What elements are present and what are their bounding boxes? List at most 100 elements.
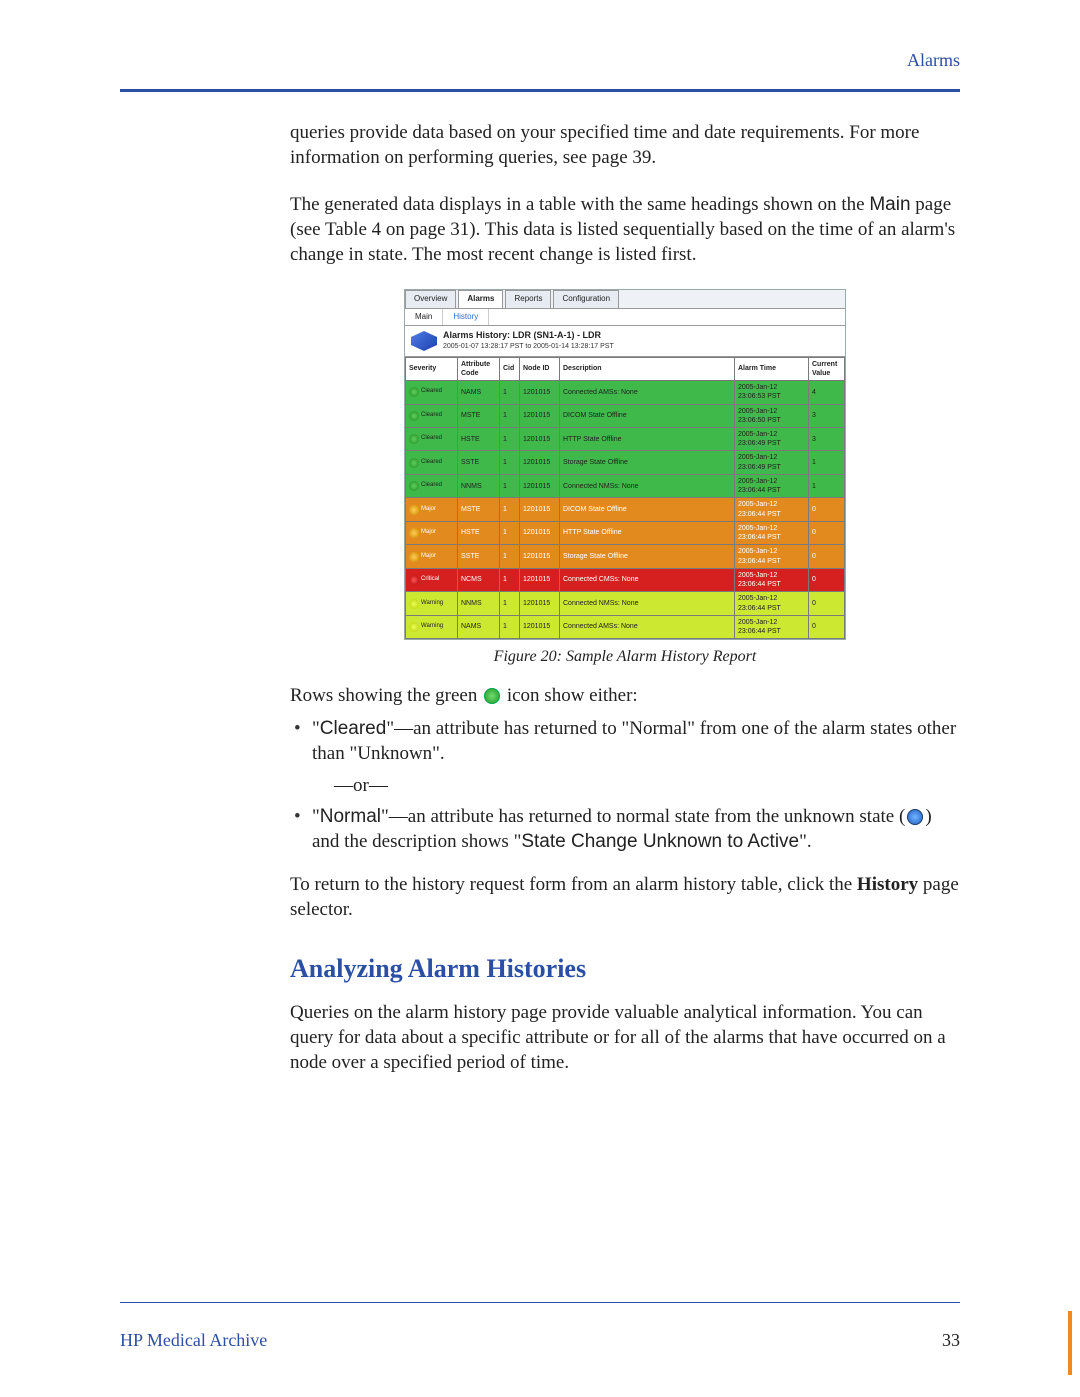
- figure-caption: Figure 20: Sample Alarm History Report: [290, 646, 960, 667]
- text: "—an attribute has returned to "Normal" …: [312, 718, 956, 764]
- cleared-icon: [409, 481, 419, 491]
- cell: 1: [500, 545, 520, 568]
- cell: 1: [500, 404, 520, 427]
- severity-label: Cleared: [421, 412, 442, 420]
- rows-intro: Rows showing the green icon show either:: [290, 683, 960, 708]
- cell: NAMS: [458, 615, 500, 638]
- cell: 0: [809, 568, 845, 591]
- text: icon show either:: [502, 685, 638, 706]
- text: The generated data displays in a table w…: [290, 194, 869, 215]
- cell: Connected NMSs: None: [560, 474, 735, 497]
- table-row: MajorMSTE11201015DICOM State Offline2005…: [406, 498, 845, 521]
- tab-alarms[interactable]: Alarms: [458, 290, 503, 308]
- table-row: MajorHSTE11201015HTTP State Offline2005-…: [406, 521, 845, 544]
- cell: 1: [809, 451, 845, 474]
- cell: 1: [500, 568, 520, 591]
- col-header: Cid: [500, 357, 520, 380]
- col-header: Attribute Code: [458, 357, 500, 380]
- header-rule: [120, 89, 960, 92]
- table-row: ClearedMSTE11201015DICOM State Offline20…: [406, 404, 845, 427]
- cell: DICOM State Offline: [560, 498, 735, 521]
- or-separator: —or—: [334, 773, 960, 798]
- cell: 1201015: [520, 498, 560, 521]
- unknown-icon: [907, 809, 923, 825]
- cell: SSTE: [458, 545, 500, 568]
- cell: MSTE: [458, 498, 500, 521]
- major-icon: [409, 528, 419, 538]
- history-bold: History: [857, 874, 918, 895]
- cell: NNMS: [458, 592, 500, 615]
- cell: 1: [500, 521, 520, 544]
- cleared-icon: [409, 458, 419, 468]
- cell: 4: [809, 381, 845, 404]
- cell: Connected CMSs: None: [560, 568, 735, 591]
- cell: HTTP State Offline: [560, 428, 735, 451]
- footer-rule: [120, 1302, 960, 1303]
- tab-configuration[interactable]: Configuration: [553, 290, 619, 308]
- alarm-history-table: SeverityAttribute CodeCidNode IDDescript…: [405, 357, 845, 640]
- tab-overview[interactable]: Overview: [405, 290, 456, 308]
- intro-para-1: queries provide data based on your speci…: [290, 120, 960, 170]
- subtab-history[interactable]: History: [443, 309, 489, 326]
- cell: 3: [809, 428, 845, 451]
- warning-icon: [409, 599, 419, 609]
- return-para: To return to the history request form fr…: [290, 872, 960, 922]
- cell: 1: [500, 381, 520, 404]
- text: "—an attribute has returned to normal st…: [381, 806, 905, 827]
- cell: 2005-Jan-12 23:06:50 PST: [735, 404, 809, 427]
- text: ": [312, 806, 320, 827]
- severity-label: Warning: [421, 600, 443, 608]
- page-number: 33: [942, 1330, 960, 1351]
- severity-label: Warning: [421, 623, 443, 631]
- cell: 1201015: [520, 615, 560, 638]
- node-icon: [411, 331, 437, 351]
- table-row: WarningNAMS11201015Connected AMSs: None2…: [406, 615, 845, 638]
- cell: 1: [809, 474, 845, 497]
- cell: 1201015: [520, 428, 560, 451]
- cell: 1: [500, 428, 520, 451]
- major-icon: [409, 505, 419, 515]
- col-header: Current Value: [809, 357, 845, 380]
- severity-label: Cleared: [421, 435, 442, 443]
- cell: 1: [500, 451, 520, 474]
- cell: 2005-Jan-12 23:06:44 PST: [735, 545, 809, 568]
- severity-label: Cleared: [421, 388, 442, 396]
- cell: 1: [500, 592, 520, 615]
- history-title: Alarms History: LDR (SN1-A-1) - LDR: [443, 330, 614, 342]
- table-row: ClearedNNMS11201015Connected NMSs: None2…: [406, 474, 845, 497]
- alarm-history-screenshot: OverviewAlarmsReportsConfiguration MainH…: [404, 289, 846, 640]
- main-label: Main: [869, 194, 910, 215]
- tab-reports[interactable]: Reports: [505, 290, 551, 308]
- cell: 1201015: [520, 545, 560, 568]
- cell: Connected AMSs: None: [560, 615, 735, 638]
- cell: 2005-Jan-12 23:06:44 PST: [735, 474, 809, 497]
- cell: 0: [809, 521, 845, 544]
- history-range: 2005-01-07 13:28:17 PST to 2005-01-14 13…: [443, 342, 614, 351]
- cell: NAMS: [458, 381, 500, 404]
- cell: 0: [809, 615, 845, 638]
- cleared-icon: [409, 411, 419, 421]
- warning-icon: [409, 622, 419, 632]
- normal-label: Normal: [320, 806, 381, 827]
- figure-20: OverviewAlarmsReportsConfiguration MainH…: [290, 289, 960, 667]
- cell: 1201015: [520, 474, 560, 497]
- cell: HTTP State Offline: [560, 521, 735, 544]
- cell: 2005-Jan-12 23:06:49 PST: [735, 428, 809, 451]
- state-change-label: State Change Unknown to Active: [521, 831, 799, 852]
- cleared-icon: [409, 387, 419, 397]
- cell: Connected AMSs: None: [560, 381, 735, 404]
- table-row: ClearedSSTE11201015Storage State Offline…: [406, 451, 845, 474]
- subtab-main[interactable]: Main: [405, 309, 443, 326]
- table-row: MajorSSTE11201015Storage State Offline20…: [406, 545, 845, 568]
- header-section: Alarms: [120, 50, 960, 71]
- severity-label: Major: [421, 553, 436, 561]
- cell: HSTE: [458, 521, 500, 544]
- cell: 1: [500, 615, 520, 638]
- cell: 3: [809, 404, 845, 427]
- cleared-label: Cleared: [320, 718, 387, 739]
- cell: 1201015: [520, 568, 560, 591]
- cell: 1201015: [520, 404, 560, 427]
- severity-label: Cleared: [421, 482, 442, 490]
- analysis-para: Queries on the alarm history page provid…: [290, 1000, 960, 1075]
- cell: 0: [809, 592, 845, 615]
